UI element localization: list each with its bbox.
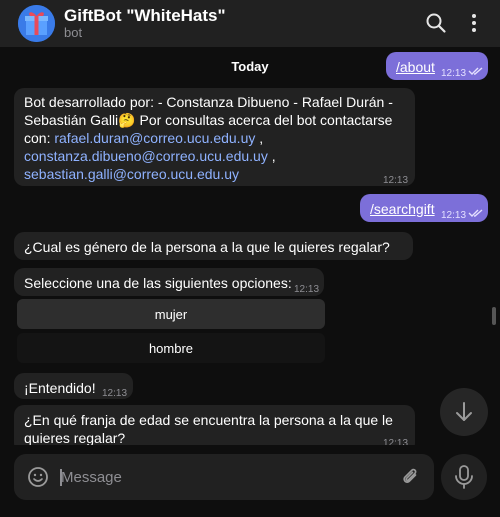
incoming-message[interactable]: Bot desarrollado por: - Constanza Dibuen…: [14, 88, 415, 186]
incoming-message[interactable]: Seleccione una de las siguientes opcione…: [14, 268, 324, 296]
email-link[interactable]: rafael.duran@correo.ucu.edu.uy: [54, 130, 255, 146]
message-time: 12:13: [294, 284, 320, 295]
message-text: Seleccione una de las siguientes opcione…: [24, 275, 292, 291]
message-input[interactable]: [61, 466, 381, 488]
message-time: 12:13: [383, 175, 409, 186]
command-text[interactable]: /searchgift: [370, 201, 435, 217]
message-text: Por consultas acerca del bot contactarse: [135, 112, 393, 128]
outgoing-message[interactable]: /searchgift 12:13: [360, 194, 488, 222]
message-text: Sebastián Galli: [24, 112, 119, 128]
gift-icon[interactable]: [18, 5, 55, 42]
message-line: ¿En qué franja de edad se encuentra la p…: [24, 412, 393, 428]
incoming-message[interactable]: ¡Entendido! 12:13: [14, 373, 133, 399]
message-list[interactable]: /about 12:13 Today Bot desarrollado por:…: [0, 47, 500, 445]
more-vertical-icon[interactable]: [462, 11, 486, 35]
message-text: ¡Entendido!: [24, 380, 96, 396]
date-separator: Today: [231, 59, 269, 74]
emoji-icon[interactable]: [27, 466, 49, 488]
message-time: 12:13: [102, 388, 128, 399]
message-text: ¿Cual es género de la persona a la que l…: [24, 239, 390, 255]
message-text: ,: [255, 130, 264, 146]
message-time: 12:13: [383, 438, 409, 445]
chat-subtitle: bot: [64, 25, 83, 40]
arrow-down-icon: [456, 402, 472, 421]
inline-button-hombre[interactable]: hombre: [17, 333, 325, 363]
message-composer: [14, 454, 434, 500]
incoming-message[interactable]: ¿En qué franja de edad se encuentra la p…: [14, 405, 415, 445]
message-line: Sebastián Galli🤔 Por consultas acerca de…: [24, 111, 405, 129]
email-link[interactable]: constanza.dibueno@correo.ucu.edu.uy: [24, 148, 268, 164]
message-text: ,: [267, 148, 276, 164]
microphone-icon: [455, 465, 473, 489]
message-text: con:: [24, 130, 55, 146]
inline-button-mujer[interactable]: mujer: [17, 299, 325, 329]
chat-title[interactable]: GiftBot "WhiteHats": [64, 6, 226, 26]
chat-header: GiftBot "WhiteHats" bot: [0, 0, 500, 47]
thinking-emoji-icon: 🤔: [118, 112, 136, 128]
scroll-down-button[interactable]: [440, 388, 488, 436]
scrollbar[interactable]: [492, 307, 496, 325]
paperclip-icon[interactable]: [400, 466, 422, 488]
search-icon[interactable]: [424, 11, 448, 35]
message-line: sebastian.galli@correo.ucu.edu.uy: [24, 165, 405, 183]
message-line: con: rafael.duran@correo.ucu.edu.uy ,: [24, 129, 405, 147]
message-time: 12:13: [441, 210, 467, 221]
email-link[interactable]: sebastian.galli@correo.ucu.edu.uy: [24, 166, 239, 182]
read-ticks-icon: [468, 209, 483, 217]
incoming-message[interactable]: ¿Cual es género de la persona a la que l…: [14, 232, 413, 260]
message-line: constanza.dibueno@correo.ucu.edu.uy ,: [24, 147, 405, 165]
message-line: Bot desarrollado por: - Constanza Dibuen…: [24, 94, 393, 110]
message-line: quieres regalar?: [24, 430, 126, 445]
microphone-button[interactable]: [441, 454, 487, 500]
